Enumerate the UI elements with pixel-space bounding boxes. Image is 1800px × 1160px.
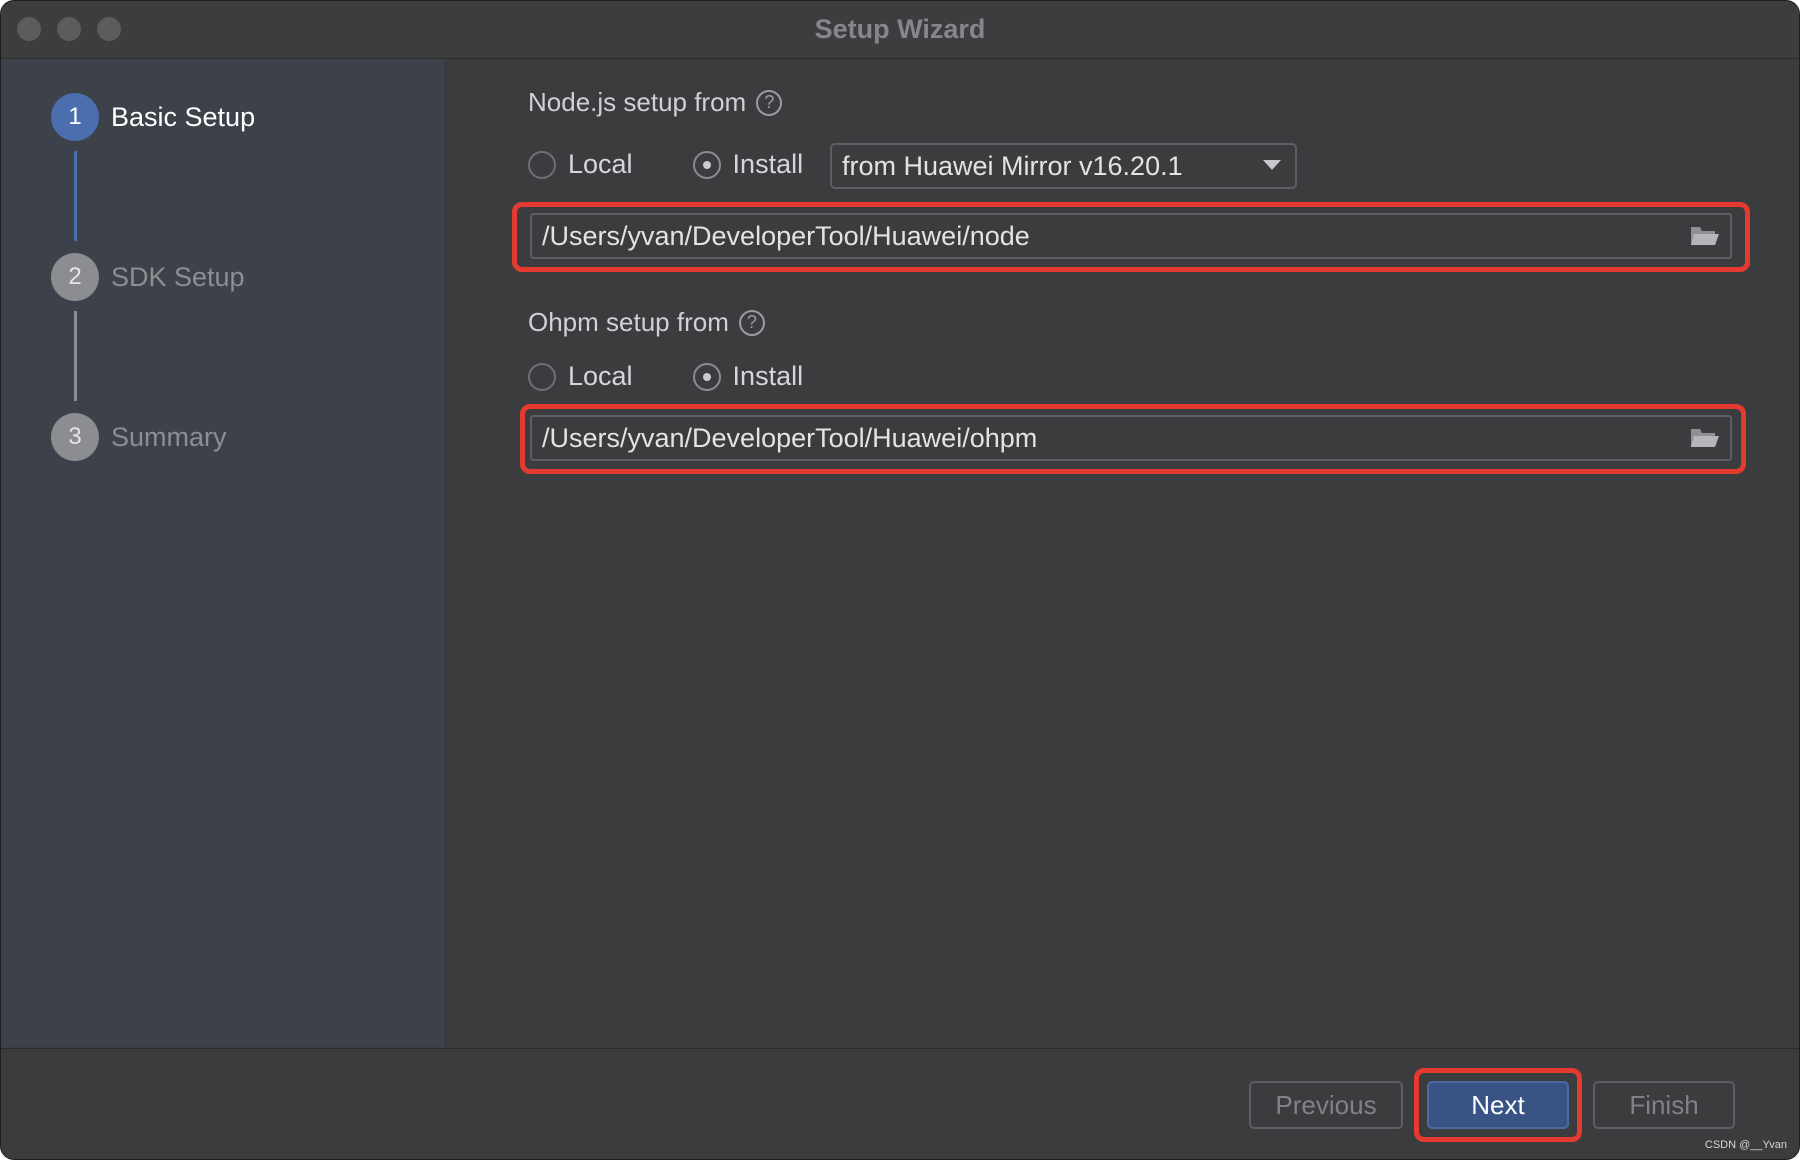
nodejs-source-options: Local Install bbox=[528, 149, 863, 180]
nodejs-install-radio[interactable]: Install bbox=[692, 149, 804, 180]
ohpm-section-label: Ohpm setup from ? bbox=[528, 307, 765, 338]
nodejs-setup-label: Node.js setup from bbox=[528, 87, 747, 117]
ohpm-source-options: Local Install bbox=[528, 361, 863, 392]
mirror-select-value: from Huawei Mirror v16.20.1 bbox=[842, 150, 1183, 181]
radio-indicator[interactable] bbox=[528, 362, 556, 391]
radio-label: Local bbox=[568, 361, 633, 391]
ohpm-local-radio[interactable]: Local bbox=[528, 361, 633, 392]
step-number: 3 bbox=[51, 413, 99, 461]
watermark: CSDN @__Yvan bbox=[1704, 1139, 1787, 1151]
step-summary[interactable]: 3 Summary bbox=[51, 413, 227, 461]
ohpm-path-value: /Users/yvan/DeveloperTool/Huawei/ohpm bbox=[542, 422, 1038, 453]
setup-wizard-window: Setup Wizard 1 Basic Setup 2 SDK Setup 3… bbox=[0, 0, 1800, 1160]
radio-indicator[interactable] bbox=[692, 150, 721, 179]
step-sdk-setup[interactable]: 2 SDK Setup bbox=[51, 253, 245, 301]
nodejs-section-label: Node.js setup from ? bbox=[528, 87, 783, 118]
ohpm-setup-label: Ohpm setup from bbox=[528, 307, 729, 337]
window-title: Setup Wizard bbox=[814, 14, 986, 44]
next-button[interactable]: Next bbox=[1427, 1081, 1569, 1129]
step-label: SDK Setup bbox=[111, 261, 245, 292]
nodejs-path-value: /Users/yvan/DeveloperTool/Huawei/node bbox=[542, 220, 1030, 251]
step-connector bbox=[74, 311, 77, 401]
step-connector bbox=[74, 151, 77, 241]
main-content: Node.js setup from ? Local Install from … bbox=[446, 59, 1799, 1047]
wizard-footer: Previous Next Finish CSDN @__Yvan bbox=[1, 1048, 1799, 1159]
previous-button[interactable]: Previous bbox=[1249, 1081, 1403, 1129]
help-icon[interactable]: ? bbox=[756, 89, 783, 116]
step-label: Basic Setup bbox=[111, 101, 256, 132]
radio-label: Local bbox=[568, 149, 633, 179]
folder-open-icon[interactable] bbox=[1690, 426, 1720, 450]
radio-indicator[interactable] bbox=[692, 362, 721, 391]
steps-sidebar: 1 Basic Setup 2 SDK Setup 3 Summary bbox=[1, 59, 446, 1047]
radio-label: Install bbox=[732, 149, 804, 179]
nodejs-mirror-select[interactable]: from Huawei Mirror v16.20.1 bbox=[830, 143, 1297, 189]
nodejs-path-field[interactable]: /Users/yvan/DeveloperTool/Huawei/node bbox=[530, 213, 1732, 259]
finish-button[interactable]: Finish bbox=[1593, 1081, 1735, 1129]
step-basic-setup[interactable]: 1 Basic Setup bbox=[51, 93, 255, 141]
radio-label: Install bbox=[732, 361, 804, 391]
step-label: Summary bbox=[111, 421, 227, 452]
ohpm-path-field[interactable]: /Users/yvan/DeveloperTool/Huawei/ohpm bbox=[530, 415, 1732, 461]
radio-indicator[interactable] bbox=[528, 150, 556, 179]
title-bar: Setup Wizard bbox=[1, 1, 1799, 59]
help-icon[interactable]: ? bbox=[738, 309, 765, 336]
nodejs-local-radio[interactable]: Local bbox=[528, 149, 633, 180]
chevron-down-icon bbox=[1263, 160, 1281, 170]
folder-open-icon[interactable] bbox=[1690, 224, 1720, 248]
step-number: 1 bbox=[51, 93, 99, 141]
step-number: 2 bbox=[51, 253, 99, 301]
ohpm-install-radio[interactable]: Install bbox=[692, 361, 804, 392]
